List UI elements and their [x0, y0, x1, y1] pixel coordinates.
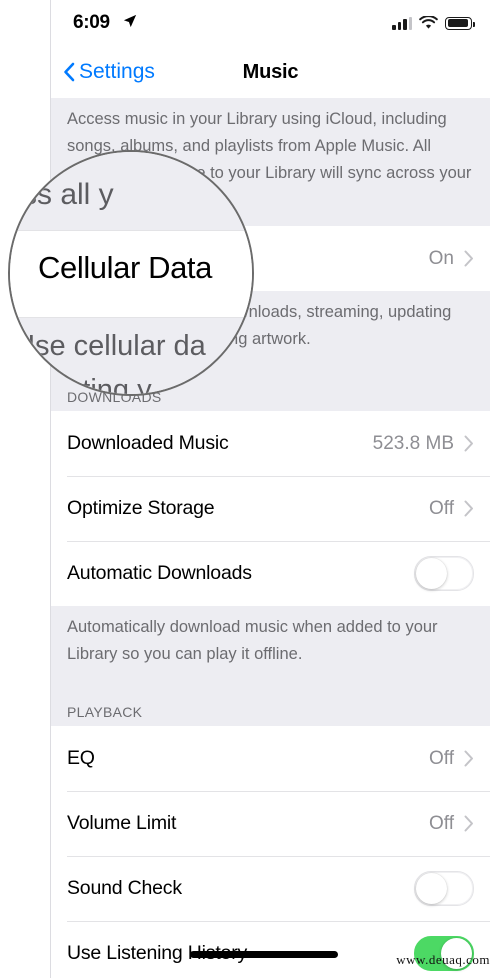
magnified-label-cellular-data: Cellular Data [38, 250, 212, 285]
toggle-sound-check[interactable] [414, 871, 474, 906]
toggle-automatic-downloads[interactable] [414, 556, 474, 591]
toggle-knob [416, 558, 447, 589]
magnified-text-above: ss all y [22, 178, 114, 211]
magnifier-content: ss all y Cellular Data Use cellular da d… [10, 152, 252, 396]
row-downloaded-music[interactable]: Downloaded Music 523.8 MB [51, 411, 490, 476]
row-sound-check[interactable]: Sound Check [51, 856, 490, 921]
row-value: Off [429, 812, 454, 834]
chevron-right-icon [464, 500, 473, 517]
row-label: Volume Limit [67, 812, 177, 834]
row-automatic-downloads[interactable]: Automatic Downloads [51, 541, 490, 606]
navigation-bar: Settings Music [51, 52, 490, 98]
row-value: Off [429, 497, 454, 519]
home-indicator [190, 951, 338, 958]
status-bar-time: 6:09 [73, 12, 110, 33]
row-value: On [428, 247, 454, 269]
status-bar-icons [392, 16, 475, 30]
iphone-screen: 6:09 Settings Music Access music in your… [50, 0, 490, 978]
downloads-note: Automatically download music when added … [51, 606, 490, 680]
row-label: Automatic Downloads [67, 562, 252, 584]
row-label: Sound Check [67, 877, 182, 899]
location-arrow-icon [123, 14, 137, 28]
row-label: EQ [67, 747, 95, 769]
page-title: Music [242, 61, 299, 83]
status-bar: 6:09 [51, 0, 490, 52]
cellular-signal-icon [392, 16, 412, 30]
row-value: 523.8 MB [372, 432, 454, 454]
wifi-icon [419, 16, 438, 29]
site-watermark: www.deuaq.com [396, 952, 490, 967]
row-value: Off [429, 747, 454, 769]
section-header-playback: PLAYBACK [51, 680, 490, 726]
row-volume-limit[interactable]: Volume Limit Off [51, 791, 490, 856]
row-label: Optimize Storage [67, 497, 215, 519]
row-eq[interactable]: EQ Off [51, 726, 490, 791]
magnified-text-below-second: dating y [50, 374, 152, 396]
chevron-right-icon [464, 815, 473, 832]
toggle-knob [416, 873, 447, 904]
magnifier-lens: ss all y Cellular Data Use cellular da d… [8, 150, 254, 396]
magnified-text-below-first: Use cellular da [14, 330, 206, 362]
chevron-right-icon [464, 750, 473, 767]
chevron-right-icon [464, 435, 473, 452]
battery-icon [445, 16, 475, 30]
row-use-listening-history[interactable]: Use Listening History [51, 921, 490, 978]
chevron-right-icon [464, 250, 473, 267]
row-optimize-storage[interactable]: Optimize Storage Off [51, 476, 490, 541]
screenshot-root: 6:09 Settings Music Access music in your… [0, 0, 500, 978]
row-label: Downloaded Music [67, 432, 229, 454]
